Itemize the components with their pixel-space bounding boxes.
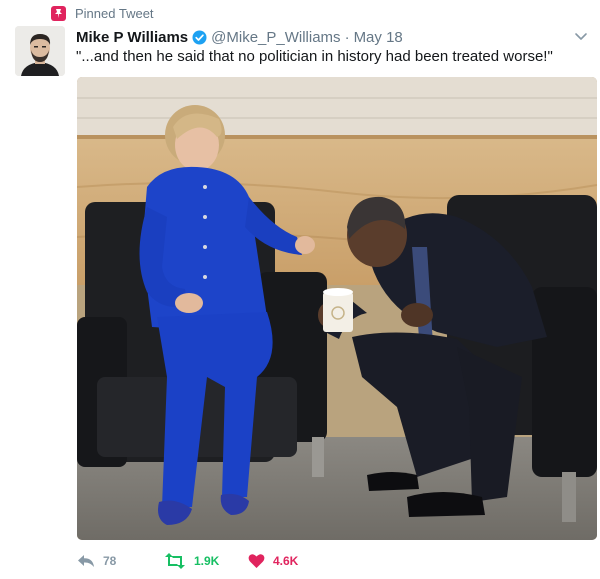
chevron-down-icon[interactable] — [573, 28, 589, 44]
avatar[interactable] — [15, 26, 65, 76]
author-handle[interactable]: @Mike_P_Williams — [211, 29, 340, 46]
retweet-icon — [164, 553, 186, 569]
separator-dot: · — [344, 28, 350, 46]
pinned-tweet-label: Pinned Tweet — [51, 5, 154, 21]
tweet-header: Mike P Williams @Mike_P_Williams · May 1… — [76, 27, 560, 47]
pinned-label-text: Pinned Tweet — [75, 5, 154, 21]
verified-badge-icon — [192, 30, 207, 45]
retweet-count: 1.9K — [194, 554, 220, 568]
author-name[interactable]: Mike P Williams — [76, 29, 188, 46]
reply-button[interactable]: 78 — [77, 553, 164, 569]
retweet-button[interactable]: 1.9K — [164, 553, 248, 569]
heart-icon — [248, 553, 265, 569]
tweet-actions: 78 1.9K 4.6K — [77, 551, 298, 571]
pin-icon — [51, 5, 66, 21]
like-count: 4.6K — [273, 554, 299, 568]
reply-count: 78 — [103, 554, 117, 568]
like-button[interactable]: 4.6K — [248, 553, 298, 569]
tweet-photo[interactable] — [77, 77, 597, 540]
tweet-text: "...and then he said that no politician … — [76, 48, 553, 65]
tweet-date[interactable]: May 18 — [354, 29, 403, 46]
reply-icon — [77, 553, 95, 569]
